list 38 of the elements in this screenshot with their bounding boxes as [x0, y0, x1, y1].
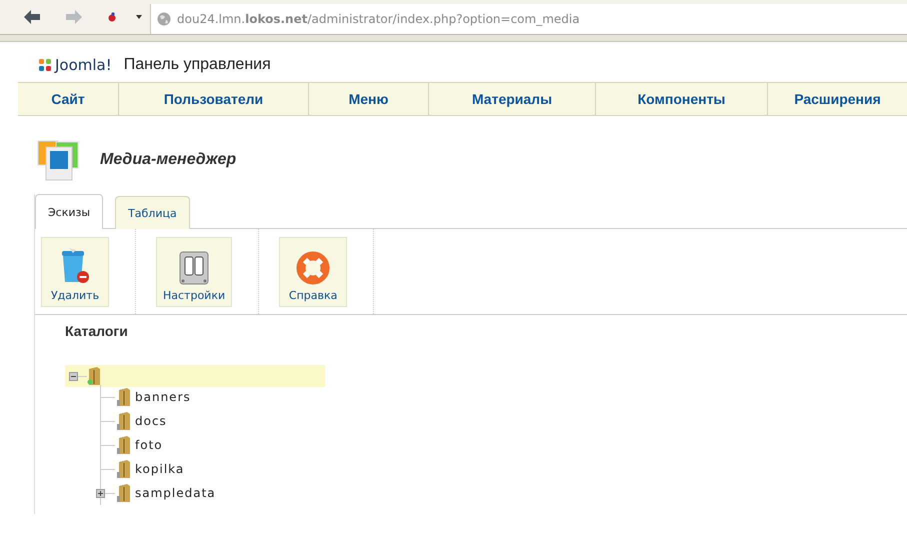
- logo-text: Joomla!: [55, 56, 112, 74]
- folder-name[interactable]: sampledata: [135, 486, 216, 500]
- folder-icon: [117, 388, 131, 406]
- joomla-logo-icon: [38, 58, 52, 72]
- tab[interactable]: Эскизы: [35, 194, 104, 229]
- expand-icon[interactable]: [96, 489, 105, 498]
- folders-heading: Каталоги: [65, 323, 129, 341]
- back-arrow-icon[interactable]: [24, 10, 40, 24]
- menu-item[interactable]: Меню: [308, 83, 428, 115]
- address-field[interactable]: dou24.lmn.lokos.net/administrator/index.php?option=com_media: [150, 4, 907, 34]
- folder-icon: [87, 367, 101, 385]
- menu-item[interactable]: Компоненты: [595, 83, 767, 115]
- menu-item[interactable]: Материалы: [428, 83, 595, 115]
- switch-panel-icon: [179, 250, 210, 284]
- menu-item[interactable]: Сайт: [18, 83, 118, 115]
- folder-name[interactable]: kopilka: [135, 462, 184, 476]
- caret-icon[interactable]: [136, 15, 142, 19]
- trash-icon: [60, 246, 90, 284]
- ball-icon[interactable]: [108, 12, 116, 22]
- panel-title: Панель управления: [124, 56, 271, 74]
- folder-icon: [117, 412, 131, 430]
- lifebuoy-icon: [296, 250, 330, 284]
- globe-icon: [157, 12, 171, 26]
- page-title: Медиа-менеджер: [100, 151, 236, 169]
- collapse-icon[interactable]: [69, 372, 87, 380]
- toolbar-button[interactable]: Настройки: [156, 236, 232, 306]
- tab[interactable]: Таблица: [115, 196, 190, 229]
- folder-icon: [117, 484, 131, 502]
- url-text: dou24.lmn.lokos.net/administrator/index.php?option=com_media: [177, 12, 580, 26]
- toolbar-button[interactable]: Удалить: [41, 236, 109, 306]
- toolbar-button[interactable]: Справка: [279, 236, 348, 306]
- menu-item[interactable]: Пользователи: [118, 83, 308, 115]
- folder-name[interactable]: foto: [135, 438, 163, 452]
- menu-item[interactable]: Расширения: [767, 83, 907, 115]
- folder-name[interactable]: docs: [135, 414, 167, 428]
- folder-name[interactable]: banners: [135, 390, 191, 404]
- folder-icon: [117, 460, 131, 478]
- folder-icon: [117, 436, 131, 454]
